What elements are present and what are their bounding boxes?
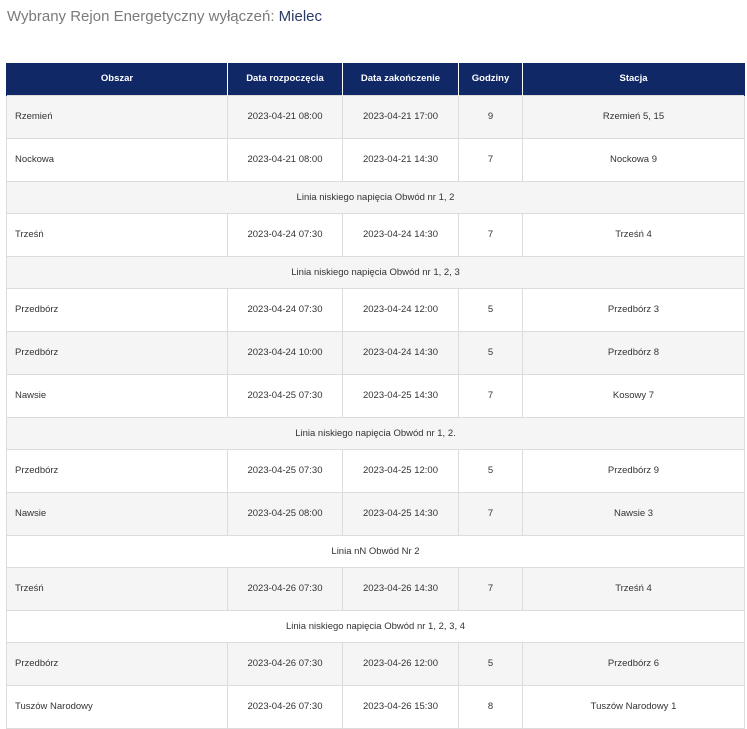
cell-end-date: 2023-04-26 15:30 <box>342 684 459 729</box>
cell-end-date: 2023-04-21 14:30 <box>342 137 459 182</box>
cell-station: Nawsie 3 <box>522 491 745 536</box>
selected-region: Mielec <box>278 8 323 25</box>
cell-start-date: 2023-04-26 07:30 <box>227 684 343 729</box>
table-note-row: Linia niskiego napięcia Obwód nr 1, 2. <box>6 416 745 450</box>
note-cell: Linia nN Obwód Nr 2 <box>6 534 745 568</box>
cell-area: Trześń <box>6 212 228 257</box>
cell-area: Trześń <box>6 566 228 611</box>
table-body: Rzemień 2023-04-21 08:00 2023-04-21 17:00 9… <box>6 94 745 729</box>
cell-area: Przedbórz <box>6 287 228 332</box>
table-row: Nawsie 2023-04-25 07:30 2023-04-25 14:30 7 K… <box>6 373 745 418</box>
cell-start-date: 2023-04-21 08:00 <box>227 94 343 139</box>
cell-end-date: 2023-04-25 12:00 <box>342 448 459 493</box>
table-note-row: Linia niskiego napięcia Obwód nr 1, 2, 3… <box>6 609 745 643</box>
table-row: Nockowa 2023-04-21 08:00 2023-04-21 14:30 7… <box>6 137 745 182</box>
cell-area: Nawsie <box>6 373 228 418</box>
cell-station: Przedbórz 3 <box>522 287 745 332</box>
cell-start-date: 2023-04-25 07:30 <box>227 373 343 418</box>
cell-area: Przedbórz <box>6 330 228 375</box>
cell-area: Tuszów Narodowy <box>6 684 228 729</box>
cell-end-date: 2023-04-26 12:00 <box>342 641 459 686</box>
cell-end-date: 2023-04-21 17:00 <box>342 94 459 139</box>
table-row: Trześń 2023-04-24 07:30 2023-04-24 14:30 7 T… <box>6 212 745 257</box>
column-header-area: Obszar <box>6 63 228 95</box>
heading-prefix: Wybrany Rejon Energetyczny wyłączeń: <box>7 8 275 25</box>
table-row: Rzemień 2023-04-21 08:00 2023-04-21 17:00 9… <box>6 94 745 139</box>
note-cell: Linia niskiego napięcia Obwód nr 1, 2, 3… <box>6 609 745 643</box>
outages-table: Obszar Data rozpoczęcia Data zakończenie… <box>6 63 745 729</box>
note-cell: Linia niskiego napięcia Obwód nr 1, 2. <box>6 416 745 450</box>
cell-hours: 7 <box>458 491 523 536</box>
table-row: Przedbórz 2023-04-24 10:00 2023-04-24 14:3… <box>6 330 745 375</box>
table-row: Przedbórz 2023-04-24 07:30 2023-04-24 12:0… <box>6 287 745 332</box>
cell-station: Rzemień 5, 15 <box>522 94 745 139</box>
cell-station: Nockowa 9 <box>522 137 745 182</box>
cell-end-date: 2023-04-25 14:30 <box>342 491 459 536</box>
cell-end-date: 2023-04-24 12:00 <box>342 287 459 332</box>
cell-station: Trześń 4 <box>522 566 745 611</box>
note-cell: Linia niskiego napięcia Obwód nr 1, 2 <box>6 180 745 214</box>
cell-end-date: 2023-04-24 14:30 <box>342 212 459 257</box>
cell-start-date: 2023-04-24 10:00 <box>227 330 343 375</box>
page-heading: Wybrany Rejon Energetyczny wyłączeń: Mie… <box>7 8 322 25</box>
note-cell: Linia niskiego napięcia Obwód nr 1, 2, 3 <box>6 255 745 289</box>
cell-hours: 9 <box>458 94 523 139</box>
cell-hours: 7 <box>458 566 523 611</box>
cell-area: Rzemień <box>6 94 228 139</box>
cell-start-date: 2023-04-24 07:30 <box>227 287 343 332</box>
cell-end-date: 2023-04-26 14:30 <box>342 566 459 611</box>
cell-end-date: 2023-04-25 14:30 <box>342 373 459 418</box>
column-header-start-date: Data rozpoczęcia <box>227 63 343 95</box>
cell-hours: 5 <box>458 641 523 686</box>
table-row: Tuszów Narodowy 2023-04-26 07:30 2023-04-2… <box>6 684 745 729</box>
cell-station: Tuszów Narodowy 1 <box>522 684 745 729</box>
cell-hours: 7 <box>458 212 523 257</box>
cell-station: Przedbórz 9 <box>522 448 745 493</box>
cell-start-date: 2023-04-25 08:00 <box>227 491 343 536</box>
cell-hours: 8 <box>458 684 523 729</box>
cell-area: Przedbórz <box>6 641 228 686</box>
cell-station: Kosowy 7 <box>522 373 745 418</box>
cell-hours: 5 <box>458 330 523 375</box>
column-header-station: Stacja <box>522 63 745 95</box>
cell-station: Trześń 4 <box>522 212 745 257</box>
table-row: Przedbórz 2023-04-25 07:30 2023-04-25 12:0… <box>6 448 745 493</box>
cell-area: Nockowa <box>6 137 228 182</box>
table-note-row: Linia nN Obwód Nr 2 <box>6 534 745 568</box>
cell-area: Nawsie <box>6 491 228 536</box>
table-note-row: Linia niskiego napięcia Obwód nr 1, 2, 3 <box>6 255 745 289</box>
table-header-row: Obszar Data rozpoczęcia Data zakończenie… <box>6 63 745 95</box>
cell-start-date: 2023-04-25 07:30 <box>227 448 343 493</box>
table-row: Nawsie 2023-04-25 08:00 2023-04-25 14:30 7 N… <box>6 491 745 536</box>
cell-start-date: 2023-04-26 07:30 <box>227 566 343 611</box>
cell-station: Przedbórz 6 <box>522 641 745 686</box>
column-header-end-date: Data zakończenie <box>342 63 459 95</box>
cell-hours: 5 <box>458 287 523 332</box>
cell-start-date: 2023-04-24 07:30 <box>227 212 343 257</box>
cell-area: Przedbórz <box>6 448 228 493</box>
cell-hours: 5 <box>458 448 523 493</box>
table-row: Przedbórz 2023-04-26 07:30 2023-04-26 12:0… <box>6 641 745 686</box>
column-header-hours: Godziny <box>458 63 523 95</box>
cell-hours: 7 <box>458 137 523 182</box>
table-row: Trześń 2023-04-26 07:30 2023-04-26 14:30 7 T… <box>6 566 745 611</box>
table-note-row: Linia niskiego napięcia Obwód nr 1, 2 <box>6 180 745 214</box>
cell-start-date: 2023-04-26 07:30 <box>227 641 343 686</box>
cell-end-date: 2023-04-24 14:30 <box>342 330 459 375</box>
cell-hours: 7 <box>458 373 523 418</box>
cell-station: Przedbórz 8 <box>522 330 745 375</box>
cell-start-date: 2023-04-21 08:00 <box>227 137 343 182</box>
